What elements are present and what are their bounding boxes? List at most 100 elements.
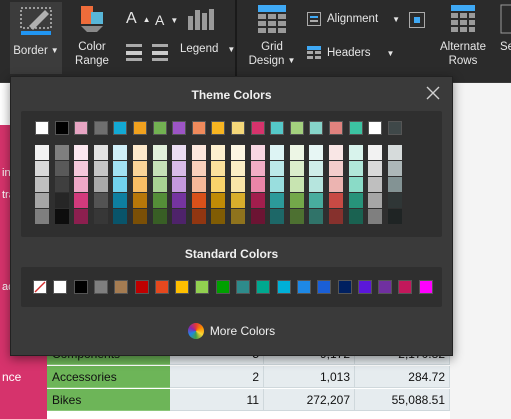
theme-tint-swatch[interactable] xyxy=(329,193,343,208)
theme-tint-swatch[interactable] xyxy=(113,161,128,176)
theme-tint-swatch[interactable] xyxy=(191,193,206,208)
table-cell[interactable]: 55,088.51 xyxy=(355,389,450,411)
theme-tint-swatch[interactable] xyxy=(368,193,383,208)
theme-tint-swatch[interactable] xyxy=(309,145,324,160)
theme-tint-swatch[interactable] xyxy=(133,177,147,192)
theme-tint-swatch[interactable] xyxy=(191,209,206,224)
theme-color-swatch[interactable] xyxy=(152,121,167,135)
theme-tint-swatch[interactable] xyxy=(270,177,285,192)
theme-tint-swatch[interactable] xyxy=(387,193,402,208)
theme-color-swatch[interactable] xyxy=(93,121,108,135)
theme-tint-swatch[interactable] xyxy=(172,161,187,176)
theme-tint-swatch[interactable] xyxy=(133,161,147,176)
alignment-dropdown[interactable]: Alignment ▼ xyxy=(307,12,400,26)
standard-color-swatch[interactable] xyxy=(317,280,332,294)
align-center-icon[interactable] xyxy=(409,12,425,28)
theme-color-swatch[interactable] xyxy=(54,121,69,135)
theme-color-swatch[interactable] xyxy=(231,121,245,135)
theme-tint-swatch[interactable] xyxy=(348,209,363,224)
standard-color-swatch[interactable] xyxy=(418,280,433,294)
theme-tint-swatch[interactable] xyxy=(54,145,69,160)
theme-tint-swatch[interactable] xyxy=(250,209,265,224)
column-width-icon[interactable] xyxy=(152,44,168,62)
theme-tint-swatch[interactable] xyxy=(152,209,167,224)
more-colors-button[interactable]: More Colors xyxy=(11,323,452,339)
theme-tint-swatch[interactable] xyxy=(74,209,89,224)
theme-tint-swatch[interactable] xyxy=(35,177,49,192)
standard-color-swatch[interactable] xyxy=(114,280,129,294)
theme-tint-swatch[interactable] xyxy=(152,193,167,208)
theme-tint-swatch[interactable] xyxy=(211,145,226,160)
standard-color-swatch[interactable] xyxy=(357,280,372,294)
theme-tint-swatch[interactable] xyxy=(152,161,167,176)
theme-tint-swatch[interactable] xyxy=(93,161,108,176)
theme-tint-swatch[interactable] xyxy=(35,161,49,176)
theme-tint-swatch[interactable] xyxy=(368,145,383,160)
theme-tint-swatch[interactable] xyxy=(133,145,147,160)
theme-tint-swatch[interactable] xyxy=(329,177,343,192)
theme-tint-swatch[interactable] xyxy=(113,145,128,160)
theme-tint-swatch[interactable] xyxy=(250,177,265,192)
theme-color-swatch[interactable] xyxy=(191,121,206,135)
standard-color-swatch[interactable] xyxy=(256,280,271,294)
table-row-label[interactable]: Accessories xyxy=(47,366,170,388)
theme-tint-swatch[interactable] xyxy=(231,161,245,176)
theme-tint-swatch[interactable] xyxy=(289,209,304,224)
row-height-icon[interactable] xyxy=(126,44,142,62)
legend-dropdown[interactable]: Legend ▼ xyxy=(180,43,235,55)
standard-color-swatch[interactable] xyxy=(154,280,169,294)
theme-tint-swatch[interactable] xyxy=(35,209,49,224)
theme-tint-swatch[interactable] xyxy=(387,161,402,176)
theme-tint-swatch[interactable] xyxy=(348,177,363,192)
theme-tint-swatch[interactable] xyxy=(329,209,343,224)
theme-tint-swatch[interactable] xyxy=(289,161,304,176)
theme-tint-swatch[interactable] xyxy=(74,193,89,208)
theme-tint-swatch[interactable] xyxy=(348,193,363,208)
theme-tint-swatch[interactable] xyxy=(54,177,69,192)
standard-color-swatch[interactable] xyxy=(337,280,352,294)
theme-tint-swatch[interactable] xyxy=(368,161,383,176)
headers-dropdown[interactable]: Headers ▼ xyxy=(307,46,394,60)
theme-tint-swatch[interactable] xyxy=(74,145,89,160)
theme-color-swatch[interactable] xyxy=(348,121,363,135)
standard-color-swatch[interactable] xyxy=(195,280,210,294)
theme-tint-swatch[interactable] xyxy=(270,193,285,208)
theme-tint-swatch[interactable] xyxy=(211,161,226,176)
theme-tint-swatch[interactable] xyxy=(231,193,245,208)
theme-tint-swatch[interactable] xyxy=(113,209,128,224)
theme-tint-swatch[interactable] xyxy=(348,161,363,176)
theme-tint-swatch[interactable] xyxy=(387,209,402,224)
theme-tint-swatch[interactable] xyxy=(133,209,147,224)
theme-tint-swatch[interactable] xyxy=(152,177,167,192)
standard-color-swatch[interactable] xyxy=(93,280,108,294)
grid-design-button[interactable]: Grid Design ▼ xyxy=(246,4,298,74)
theme-tint-swatch[interactable] xyxy=(270,209,285,224)
theme-tint-swatch[interactable] xyxy=(270,145,285,160)
theme-color-swatch[interactable] xyxy=(289,121,304,135)
theme-tint-swatch[interactable] xyxy=(35,145,49,160)
theme-tint-swatch[interactable] xyxy=(289,193,304,208)
theme-color-swatch[interactable] xyxy=(368,121,383,135)
theme-tint-swatch[interactable] xyxy=(250,145,265,160)
theme-tint-swatch[interactable] xyxy=(250,161,265,176)
theme-tint-swatch[interactable] xyxy=(191,161,206,176)
theme-tint-swatch[interactable] xyxy=(289,145,304,160)
theme-color-swatch[interactable] xyxy=(329,121,343,135)
theme-tint-swatch[interactable] xyxy=(309,161,324,176)
theme-color-swatch[interactable] xyxy=(172,121,187,135)
color-range-button[interactable]: Color Range xyxy=(68,4,116,74)
table-cell[interactable]: 272,207 xyxy=(264,389,355,411)
border-button[interactable]: Border ▼ xyxy=(10,2,62,74)
theme-tint-swatch[interactable] xyxy=(289,177,304,192)
theme-tint-swatch[interactable] xyxy=(93,193,108,208)
theme-tint-swatch[interactable] xyxy=(54,161,69,176)
theme-tint-swatch[interactable] xyxy=(191,145,206,160)
theme-tint-swatch[interactable] xyxy=(309,209,324,224)
theme-tint-swatch[interactable] xyxy=(387,177,402,192)
theme-tint-swatch[interactable] xyxy=(211,177,226,192)
standard-color-swatch[interactable] xyxy=(134,280,149,294)
standard-color-swatch[interactable] xyxy=(53,280,68,294)
table-cell[interactable]: 11 xyxy=(170,389,264,411)
theme-color-swatch[interactable] xyxy=(250,121,265,135)
standard-color-swatch[interactable] xyxy=(378,280,393,294)
